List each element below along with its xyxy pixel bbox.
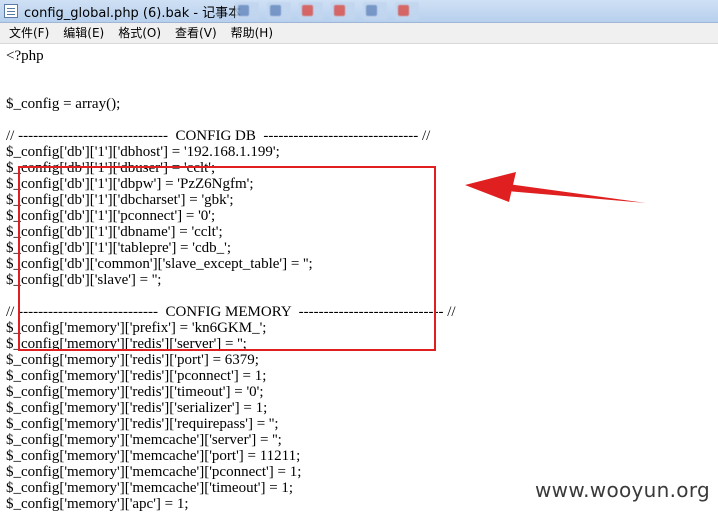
code-line: $_config['memory']['redis']['pconnect'] … bbox=[6, 368, 267, 384]
notepad-icon bbox=[4, 4, 18, 18]
code-line: $_config['memory']['redis']['requirepass… bbox=[6, 416, 279, 432]
code-line: $_config['memory']['memcache']['pconnect… bbox=[6, 464, 302, 480]
code-line: $_config['db']['common']['slave_except_t… bbox=[6, 256, 313, 272]
code-line: $_config['memory']['prefix'] = 'kn6GKM_'… bbox=[6, 320, 267, 336]
code-line: $_config = array(); bbox=[6, 96, 121, 112]
code-line: $_config['db']['slave'] = ''; bbox=[6, 272, 162, 288]
background-taskbar bbox=[235, 2, 718, 20]
code-line: // ------------------------------ CONFIG… bbox=[6, 128, 431, 144]
code-line: $_config['memory']['memcache']['timeout'… bbox=[6, 480, 294, 496]
code-line: $_config['db']['1']['dbname'] = 'cclt'; bbox=[6, 224, 223, 240]
menu-edit[interactable]: 编辑(E) bbox=[56, 23, 111, 43]
text-editor[interactable]: <?php $_config = array(); // -----------… bbox=[0, 44, 718, 516]
code-line: $_config['db']['1']['dbhost'] = '192.168… bbox=[6, 144, 280, 160]
arrow-shaft bbox=[507, 184, 646, 203]
background-tab[interactable] bbox=[267, 2, 291, 20]
code-line: $_config['memory']['redis']['serializer'… bbox=[6, 400, 268, 416]
code-line: $_config['db']['1']['dbcharset'] = 'gbk'… bbox=[6, 192, 234, 208]
code-line: <?php bbox=[6, 48, 44, 64]
menu-help[interactable]: 帮助(H) bbox=[224, 23, 280, 43]
code-line: // ---------------------------- CONFIG M… bbox=[6, 304, 456, 320]
background-tab[interactable] bbox=[363, 2, 387, 20]
code-line: $_config['db']['1']['dbuser'] = 'cclt'; bbox=[6, 160, 216, 176]
watermark: www.wooyun.org bbox=[535, 478, 710, 502]
title-bar[interactable]: config_global.php (6).bak - 记事本 bbox=[0, 0, 718, 23]
code-line: $_config['memory']['redis']['port'] = 63… bbox=[6, 352, 259, 368]
code-line: $_config['db']['1']['pconnect'] = '0'; bbox=[6, 208, 216, 224]
menu-file[interactable]: 文件(F) bbox=[0, 23, 56, 43]
code-line: $_config['memory']['memcache']['port'] =… bbox=[6, 448, 301, 464]
code-line: $_config['db']['1']['tablepre'] = 'cdb_'… bbox=[6, 240, 231, 256]
code-line: $_config['memory']['apc'] = 1; bbox=[6, 496, 189, 512]
background-tab[interactable] bbox=[299, 2, 323, 20]
background-tab[interactable] bbox=[331, 2, 355, 20]
menu-bar: 文件(F) 编辑(E) 格式(O) 查看(V) 帮助(H) bbox=[0, 23, 718, 44]
code-line: $_config['memory']['redis']['timeout'] =… bbox=[6, 384, 264, 400]
code-line: $_config['memory']['redis']['server'] = … bbox=[6, 336, 247, 352]
menu-format[interactable]: 格式(O) bbox=[111, 23, 168, 43]
window-title: config_global.php (6).bak - 记事本 bbox=[24, 6, 242, 21]
background-tab[interactable] bbox=[395, 2, 419, 20]
menu-view[interactable]: 查看(V) bbox=[168, 23, 224, 43]
code-line: $_config['db']['1']['dbpw'] = 'PzZ6Ngfm'… bbox=[6, 176, 254, 192]
background-tab[interactable] bbox=[235, 2, 259, 20]
arrow-head bbox=[465, 172, 516, 202]
code-line: $_config['memory']['memcache']['server']… bbox=[6, 432, 282, 448]
